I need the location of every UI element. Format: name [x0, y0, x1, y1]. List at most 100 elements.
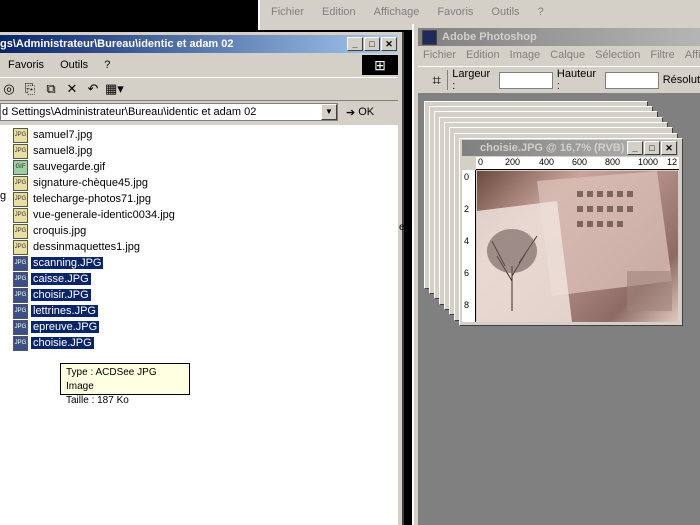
jpg-file-icon: JPG	[13, 175, 28, 191]
list-item[interactable]: JPG dessinmaquettes1.jpg	[13, 239, 177, 255]
photoshop-options-bar: ⌗ Largeur : Hauteur : Résolut	[418, 66, 700, 94]
crop-tool-icon[interactable]: ⌗	[426, 70, 449, 90]
jpg-file-icon: JPG	[13, 271, 28, 287]
views-icon[interactable]: ▦▾	[105, 81, 124, 97]
address-bar: d Settings\Administrateur\Bureau\identic…	[0, 101, 398, 123]
list-item[interactable]: JPG choisie.JPG	[13, 335, 177, 351]
ps-menu-fichier[interactable]: Fichier	[418, 49, 461, 61]
explorer-toolbar: ◎ ⎘ ⧉ ✕ ↶ ▦▾	[0, 77, 398, 101]
bg-menu-edition[interactable]: Edition	[313, 6, 365, 18]
go-arrow-icon: ➔	[346, 106, 356, 119]
ruler-mark: 4	[464, 236, 470, 246]
list-item[interactable]: JPG lettrines.JPG	[13, 303, 177, 319]
ruler-mark: 600	[572, 157, 588, 167]
list-item[interactable]: JPG signature-chèque45.jpg	[13, 175, 177, 191]
file-tooltip: Type : ACDSee JPG Image Taille : 187 Ko	[60, 363, 190, 406]
document-titlebar[interactable]: choisie.JPG @ 16,7% (RVB) _ □ ✕	[462, 140, 678, 156]
list-item[interactable]: JPG croquis.jpg	[13, 223, 177, 239]
list-item[interactable]: JPG samuel7.jpg	[13, 127, 177, 143]
list-item[interactable]: JPG samuel8.jpg	[13, 143, 177, 159]
ps-menu-edition[interactable]: Edition	[461, 49, 505, 61]
file-name: scanning.JPG	[31, 257, 104, 269]
jpg-file-icon: JPG	[13, 319, 28, 335]
background-menu-bar: Fichier Edition Affichage Favoris Outils…	[262, 6, 553, 18]
jpg-file-icon: JPG	[13, 207, 28, 223]
delete-icon[interactable]: ✕	[63, 81, 81, 97]
photoshop-menu-bar: Fichier Edition Image Calque Sélection F…	[418, 46, 700, 64]
file-name: samuel7.jpg	[33, 129, 93, 141]
gif-file-icon: GIF	[13, 159, 28, 175]
ruler-mark: 12	[667, 157, 678, 167]
file-name: telecharge-photos71.jpg	[33, 193, 152, 205]
file-name: vue-generale-identic0034.jpg	[33, 209, 175, 221]
explorer-menu-bar: Favoris Outils ?	[0, 55, 360, 75]
file-list-pane[interactable]: JPG samuel7.jpg JPG samuel8.jpg GIF sauvegard…	[0, 125, 398, 525]
width-label: Largeur :	[452, 68, 491, 92]
height-input[interactable]	[604, 71, 659, 89]
width-input[interactable]	[498, 71, 553, 89]
jpg-file-icon: JPG	[13, 143, 28, 159]
ruler-mark: 0	[478, 157, 484, 167]
photo-illustration	[477, 171, 672, 322]
copy-to-icon[interactable]: ⧉	[42, 81, 60, 97]
maximize-icon[interactable]: □	[364, 37, 380, 51]
list-item[interactable]: JPG telecharge-photos71.jpg	[13, 191, 177, 207]
close-icon[interactable]: ✕	[661, 141, 677, 155]
height-label: Hauteur :	[556, 68, 597, 92]
ps-menu-image[interactable]: Image	[505, 49, 546, 61]
jpg-file-icon: JPG	[13, 287, 28, 303]
explorer-title: gs\Administrateur\Bureau\identic et adam…	[0, 38, 234, 50]
bg-menu-help[interactable]: ?	[529, 6, 553, 18]
explorer-titlebar[interactable]: gs\Administrateur\Bureau\identic et adam…	[0, 35, 398, 53]
photoshop-title: Adobe Photoshop	[442, 31, 537, 43]
file-name: caisse.JPG	[31, 273, 91, 285]
minimize-icon[interactable]: _	[627, 141, 643, 155]
chevron-down-icon[interactable]: ▼	[321, 104, 337, 120]
list-item[interactable]: JPG choisir.JPG	[13, 287, 177, 303]
list-item[interactable]: JPG caisse.JPG	[13, 271, 177, 287]
tooltip-size: Taille : 187 Ko	[66, 395, 129, 406]
ps-menu-filtre[interactable]: Filtre	[645, 49, 679, 61]
go-button[interactable]: ➔ OK	[346, 106, 374, 119]
minimize-icon[interactable]: _	[347, 37, 363, 51]
menu-help[interactable]: ?	[96, 59, 118, 71]
list-item[interactable]: JPG epreuve.JPG	[13, 319, 177, 335]
menu-outils[interactable]: Outils	[52, 59, 96, 71]
ruler-left: 0 2 4 6 8	[462, 170, 476, 322]
address-field[interactable]: d Settings\Administrateur\Bureau\identic…	[0, 103, 338, 121]
list-item[interactable]: GIF sauvegarde.gif	[13, 159, 177, 175]
ps-menu-affichage[interactable]: Affich	[680, 49, 700, 61]
jpg-file-icon: JPG	[13, 127, 28, 143]
document-image[interactable]	[477, 171, 678, 322]
ruler-mark: 2	[464, 204, 470, 214]
list-item[interactable]: JPG scanning.JPG	[13, 255, 177, 271]
history-icon[interactable]: ◎	[0, 81, 18, 97]
ruler-mark: 8	[464, 300, 470, 310]
undo-icon[interactable]: ↶	[84, 81, 102, 97]
move-to-icon[interactable]: ⎘	[21, 81, 39, 97]
jpg-file-icon: JPG	[13, 255, 28, 271]
bg-menu-fichier[interactable]: Fichier	[262, 6, 313, 18]
bg-menu-outils[interactable]: Outils	[482, 6, 528, 18]
ruler-mark: 400	[539, 157, 555, 167]
jpg-file-icon: JPG	[13, 239, 28, 255]
file-name: samuel8.jpg	[33, 145, 93, 157]
file-name: choisir.JPG	[31, 289, 91, 301]
file-name: lettrines.JPG	[31, 305, 98, 317]
file-name: epreuve.JPG	[31, 321, 100, 333]
bg-menu-favoris[interactable]: Favoris	[428, 6, 482, 18]
file-list: JPG samuel7.jpg JPG samuel8.jpg GIF sauvegard…	[13, 127, 177, 351]
ps-menu-calque[interactable]: Calque	[545, 49, 590, 61]
menu-favoris[interactable]: Favoris	[0, 59, 52, 71]
close-icon[interactable]: ✕	[381, 37, 397, 51]
ruler-mark: 1000	[638, 157, 659, 167]
left-pane-fragment: g	[0, 190, 7, 202]
file-name: signature-chèque45.jpg	[33, 177, 148, 189]
resolution-label: Résolut	[662, 74, 700, 86]
bg-menu-affichage[interactable]: Affichage	[365, 6, 429, 18]
list-item[interactable]: JPG vue-generale-identic0034.jpg	[13, 207, 177, 223]
photoshop-titlebar[interactable]: Adobe Photoshop	[418, 28, 700, 46]
maximize-icon[interactable]: □	[644, 141, 660, 155]
ruler-top: 0 200 400 600 800 1000 12	[476, 157, 679, 170]
ps-menu-selection[interactable]: Sélection	[590, 49, 645, 61]
